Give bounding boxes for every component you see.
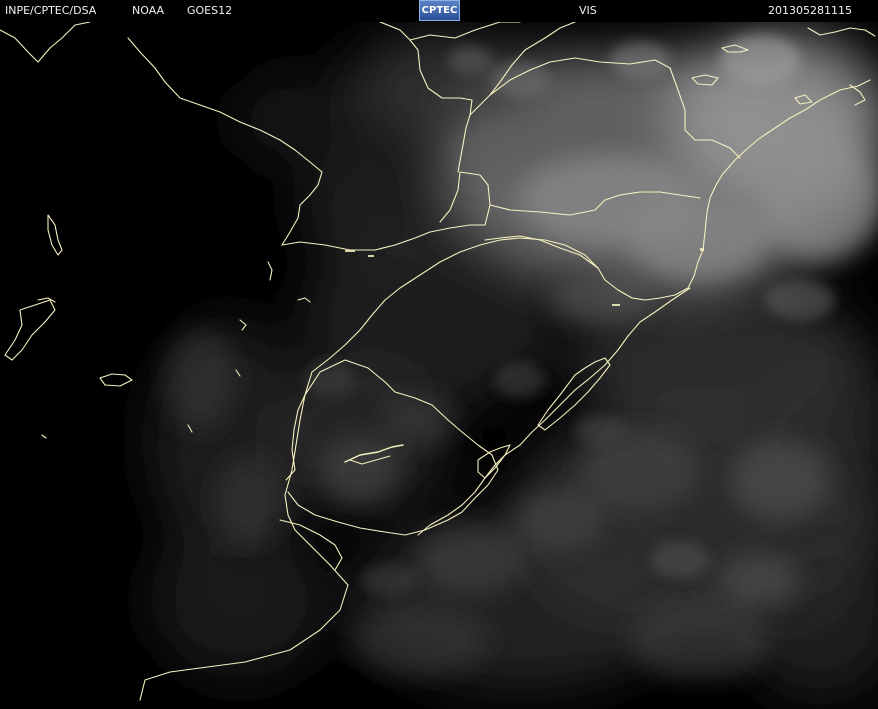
cloud-layer [150, 30, 878, 700]
logo-text: CPTEC [421, 5, 458, 16]
satellite-label: GOES12 [187, 4, 233, 17]
cptec-logo-icon: CPTEC [419, 0, 460, 21]
header-bar: INPE/CPTEC/DSA NOAA GOES12 CPTEC VIS 201… [0, 0, 878, 22]
agency-label: NOAA [132, 4, 165, 17]
channel-label: VIS [579, 4, 597, 17]
satellite-image [0, 0, 878, 709]
timestamp-label: 201305281115 [768, 4, 852, 17]
source-label: INPE/CPTEC/DSA [5, 4, 97, 17]
